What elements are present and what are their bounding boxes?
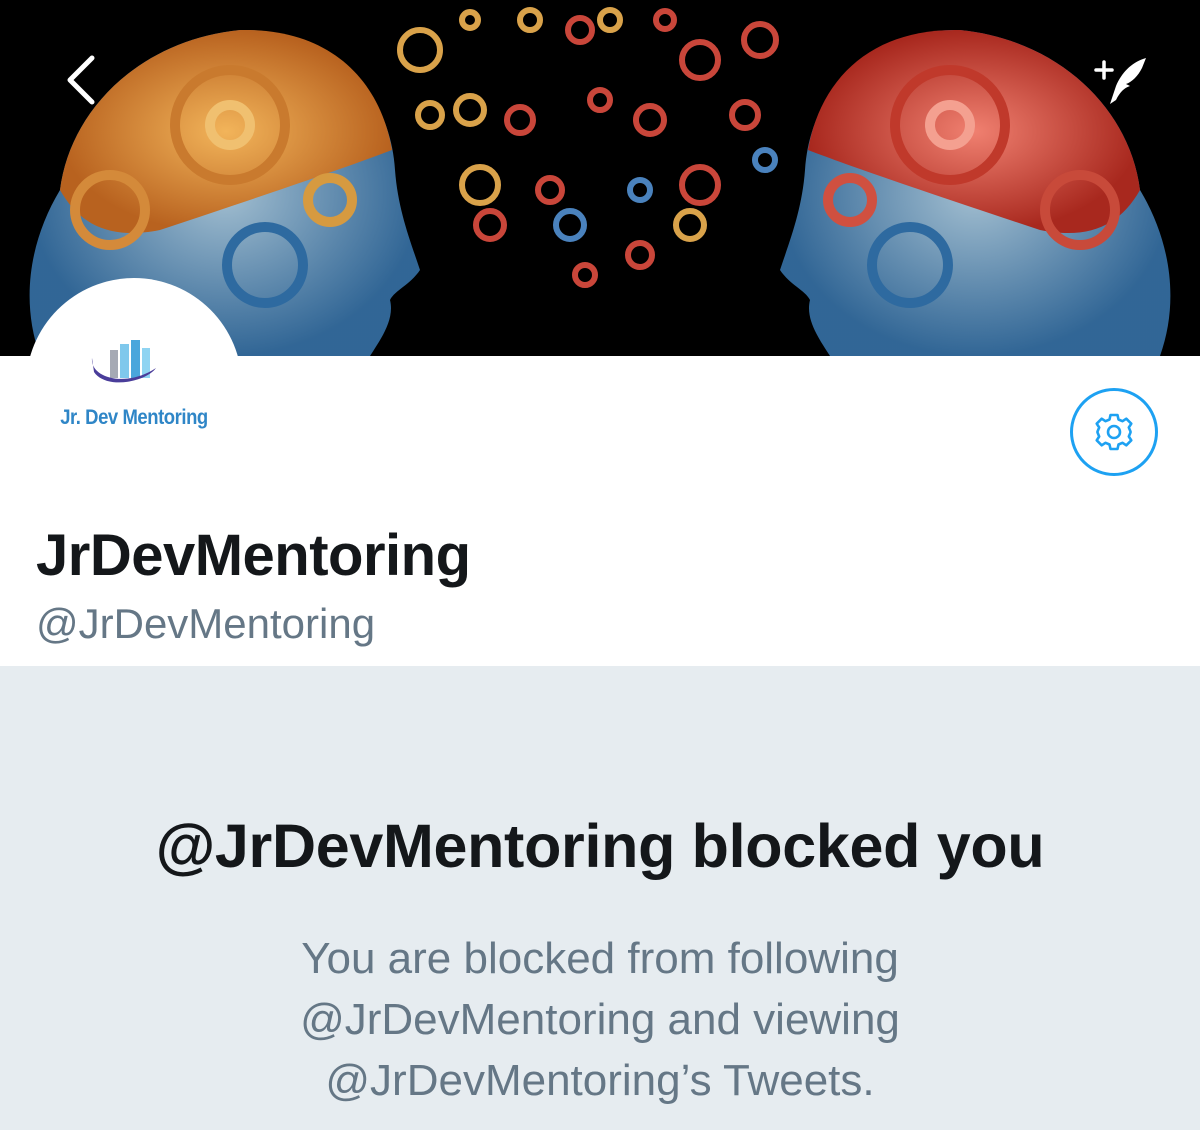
profile-handle: @JrDevMentoring [36, 600, 376, 647]
profile-display-name: JrDevMentoring [36, 523, 471, 588]
avatar-logo-text: Jr. Dev Mentoring [60, 406, 208, 429]
chevron-left-icon [67, 55, 95, 105]
avatar[interactable]: Jr. Dev Mentoring [26, 278, 242, 494]
blocked-description-line: You are blocked from following [301, 934, 899, 983]
compose-tweet-button[interactable] [1086, 52, 1156, 112]
profile-page: Jr. Dev Mentoring JrDevMentoring @JrDevM… [0, 0, 1200, 1130]
compose-tweet-icon [1094, 58, 1146, 104]
gear-icon [1095, 413, 1133, 451]
settings-button[interactable] [1070, 388, 1158, 476]
blocked-title: @JrDevMentoring blocked you [155, 812, 1045, 880]
back-button[interactable] [58, 52, 106, 108]
blocked-description: You are blocked from following @JrDevMen… [100, 928, 1100, 1111]
blocked-description-line: @JrDevMentoring and viewing [300, 995, 900, 1044]
logo-icon [91, 340, 156, 383]
blocked-description-line: @JrDevMentoring’s Tweets. [325, 1056, 875, 1105]
